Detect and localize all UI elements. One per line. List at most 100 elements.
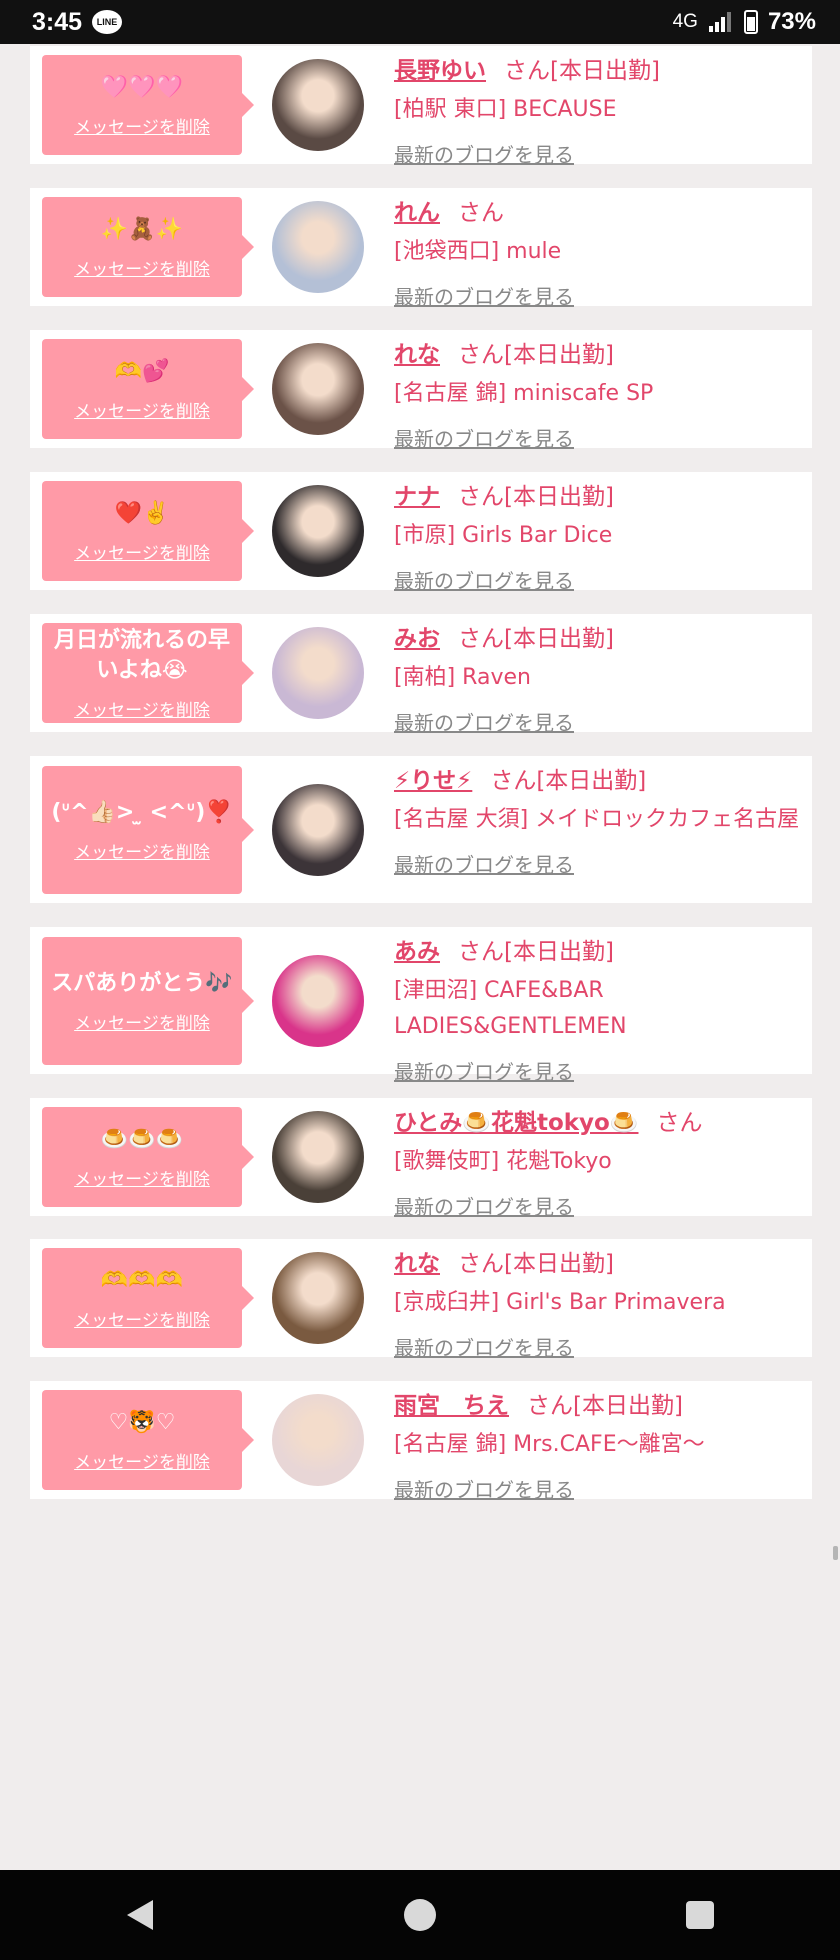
message-text: ✨🧸✨ (100, 216, 184, 242)
name-suffix: さん[本日出勤] (458, 342, 614, 368)
name-suffix: さん[本日出勤] (458, 1251, 614, 1277)
delete-message-link[interactable]: メッセージを削除 (74, 1009, 210, 1034)
profile-info: みお さん[本日出勤] [南柏] Raven 最新のブログを見る (394, 622, 800, 738)
message-bubble: 🍮🍮🍮 メッセージを削除 (42, 1107, 254, 1207)
back-button[interactable] (80, 1870, 200, 1960)
recents-icon (686, 1901, 714, 1929)
delete-message-link[interactable]: メッセージを削除 (74, 113, 210, 138)
name-line: れな さん[本日出勤] (394, 338, 800, 372)
delete-message-link[interactable]: メッセージを削除 (74, 1165, 210, 1190)
message-text: スパありがとう🎶 (51, 970, 233, 996)
shop-name: [名古屋 錦] miniscafe SP (394, 381, 654, 406)
home-button[interactable] (360, 1870, 480, 1960)
profile-info: 長野ゆい さん[本日出勤] [柏駅 東口] BECAUSE 最新のブログを見る (394, 54, 800, 170)
message-card: 月日が流れるの早いよね😭 メッセージを削除 みお さん[本日出勤] [南柏] Ra… (30, 614, 812, 735)
profile-name-link[interactable]: れな (394, 1251, 440, 1277)
delete-message-link[interactable]: メッセージを削除 (74, 1306, 210, 1331)
message-card: スパありがとう🎶 メッセージを削除 あみ さん[本日出勤] [津田沼] CAFE&… (30, 927, 812, 1084)
name-suffix: さん[本日出勤] (504, 58, 660, 84)
name-suffix: さん[本日出勤] (458, 626, 614, 652)
name-line: 長野ゆい さん[本日出勤] (394, 54, 800, 88)
battery-icon (743, 10, 758, 34)
shop-name: [南柏] Raven (394, 665, 531, 690)
message-text: 🫶💕 (114, 358, 170, 384)
delete-message-link[interactable]: メッセージを削除 (74, 539, 210, 564)
message-bubble: ♡🐯♡ メッセージを削除 (42, 1390, 254, 1490)
message-text: 月日が流れるの早いよね😭 (53, 627, 230, 683)
avatar[interactable] (272, 955, 364, 1047)
home-icon (404, 1899, 436, 1931)
message-card: ♡🐯♡ メッセージを削除 雨宮 ちえ さん[本日出勤] [名古屋 錦] Mrs.C… (30, 1381, 812, 1502)
shop-name: [歌舞伎町] 花魁Tokyo (394, 1149, 612, 1174)
latest-blog-link[interactable]: 最新のブログを見る (394, 566, 800, 596)
message-text: ♡🐯♡ (108, 1409, 176, 1435)
signal-icon (708, 12, 731, 32)
latest-blog-link[interactable]: 最新のブログを見る (394, 1057, 800, 1087)
profile-info: ⚡りせ⚡ さん[本日出勤] [名古屋 大須] メイドロックカフェ名古屋 最新のブロ… (394, 764, 800, 880)
profile-name-link[interactable]: れな (394, 342, 440, 368)
latest-blog-link[interactable]: 最新のブログを見る (394, 140, 800, 170)
profile-name-link[interactable]: 長野ゆい (394, 58, 486, 84)
delete-message-link[interactable]: メッセージを削除 (74, 696, 210, 721)
scrollbar[interactable] (833, 1546, 838, 1560)
avatar[interactable] (272, 1111, 364, 1203)
status-bar: 3:45 LINE 4G 73% (0, 0, 840, 44)
name-line: ひとみ🍮花魁tokyo🍮 さん (394, 1106, 800, 1140)
name-suffix: さん[本日出勤] (527, 1393, 683, 1419)
delete-message-link[interactable]: メッセージを削除 (74, 397, 210, 422)
delete-message-link[interactable]: メッセージを削除 (74, 838, 210, 863)
message-text: (ᐡ^👍🏻> ̫ <^ᐡ)❣️ (51, 799, 233, 825)
avatar[interactable] (272, 59, 364, 151)
latest-blog-link[interactable]: 最新のブログを見る (394, 1192, 800, 1222)
avatar[interactable] (272, 627, 364, 719)
name-line: れん さん (394, 196, 800, 230)
message-text: 🩷🩷🩷 (100, 74, 184, 100)
avatar[interactable] (272, 343, 364, 435)
avatar[interactable] (272, 1252, 364, 1344)
message-card: 🩷🩷🩷 メッセージを削除 長野ゆい さん[本日出勤] [柏駅 東口] BECAUS… (30, 46, 812, 167)
profile-name-link[interactable]: ひとみ🍮花魁tokyo🍮 (394, 1110, 638, 1136)
name-suffix: さん[本日出勤] (490, 768, 647, 794)
profile-name-link[interactable]: れん (394, 200, 440, 226)
latest-blog-link[interactable]: 最新のブログを見る (394, 708, 800, 738)
delete-message-link[interactable]: メッセージを削除 (74, 1448, 210, 1473)
message-bubble: 🩷🩷🩷 メッセージを削除 (42, 55, 254, 155)
status-right: 4G 73% (673, 8, 816, 36)
latest-blog-link[interactable]: 最新のブログを見る (394, 1475, 800, 1505)
shop-name: [柏駅 東口] BECAUSE (394, 97, 617, 122)
name-line: あみ さん[本日出勤] (394, 935, 800, 969)
line-app-icon: LINE (92, 10, 123, 34)
status-left: 3:45 LINE (32, 7, 123, 37)
recents-button[interactable] (640, 1870, 760, 1960)
latest-blog-link[interactable]: 最新のブログを見る (394, 424, 800, 454)
profile-name-link[interactable]: ⚡りせ⚡ (394, 768, 472, 794)
name-line: 雨宮 ちえ さん[本日出勤] (394, 1389, 800, 1423)
profile-info: れな さん[本日出勤] [京成臼井] Girl's Bar Primavera 最… (394, 1247, 800, 1363)
clock: 3:45 (32, 7, 83, 36)
delete-message-link[interactable]: メッセージを削除 (74, 255, 210, 280)
avatar[interactable] (272, 1394, 364, 1486)
avatar[interactable] (272, 784, 364, 876)
profile-info: ひとみ🍮花魁tokyo🍮 さん [歌舞伎町] 花魁Tokyo 最新のブログを見る (394, 1106, 800, 1222)
profile-info: 雨宮 ちえ さん[本日出勤] [名古屋 錦] Mrs.CAFE〜離宮〜 最新のブロ… (394, 1389, 800, 1505)
message-card: (ᐡ^👍🏻> ̫ <^ᐡ)❣️ メッセージを削除 ⚡りせ⚡ さん[本日出勤] [名… (30, 756, 812, 903)
profile-info: あみ さん[本日出勤] [津田沼] CAFE&BAR LADIES&GENTLEM… (394, 935, 800, 1087)
name-line: れな さん[本日出勤] (394, 1247, 800, 1281)
latest-blog-link[interactable]: 最新のブログを見る (394, 1333, 800, 1363)
profile-name-link[interactable]: あみ (394, 939, 440, 965)
latest-blog-link[interactable]: 最新のブログを見る (394, 850, 800, 880)
name-suffix: さん[本日出勤] (458, 939, 614, 965)
profile-name-link[interactable]: 雨宮 ちえ (394, 1393, 509, 1419)
shop-name: [池袋西口] mule (394, 239, 562, 264)
message-bubble: ❤️✌️ メッセージを削除 (42, 481, 254, 581)
latest-blog-link[interactable]: 最新のブログを見る (394, 282, 800, 312)
profile-name-link[interactable]: ナナ (394, 484, 440, 510)
avatar[interactable] (272, 201, 364, 293)
profile-info: れん さん [池袋西口] mule 最新のブログを見る (394, 196, 800, 312)
shop-name: [名古屋 錦] Mrs.CAFE〜離宮〜 (394, 1432, 705, 1457)
profile-name-link[interactable]: みお (394, 626, 440, 652)
message-card: 🫶🫶🫶 メッセージを削除 れな さん[本日出勤] [京成臼井] Girl's Ba… (30, 1239, 812, 1360)
message-bubble: 🫶💕 メッセージを削除 (42, 339, 254, 439)
name-line: みお さん[本日出勤] (394, 622, 800, 656)
avatar[interactable] (272, 485, 364, 577)
